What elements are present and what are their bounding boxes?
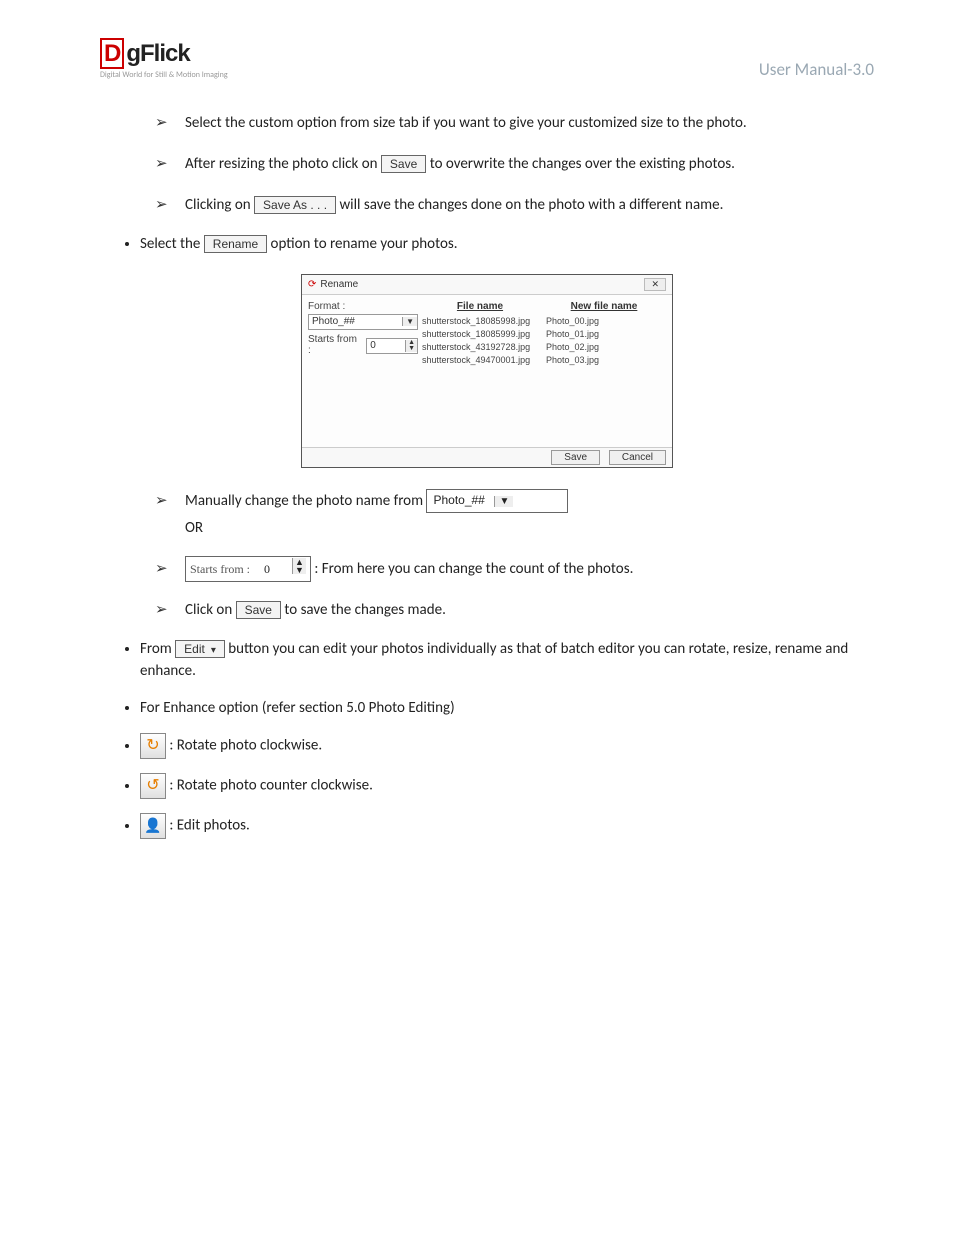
step-starts-from: Starts from :0▲▼ : From here you can cha… <box>155 556 874 583</box>
save-as-button[interactable]: Save As . . . <box>254 196 336 214</box>
step-rotate-cw: ↻ : Rotate photo clockwise. <box>140 733 874 759</box>
logo-main: gFlick <box>126 40 189 67</box>
starts-from-field[interactable]: Starts from :0▲▼ <box>185 556 311 583</box>
step-save-as: Clicking on Save As . . . will save the … <box>155 192 874 219</box>
step-manual-change: Manually change the photo name from Phot… <box>155 488 874 542</box>
chevron-down-icon[interactable]: ▼ <box>494 496 513 507</box>
page-header: DgFlick Digital World for Still & Motion… <box>100 40 874 80</box>
save-button-2[interactable]: Save <box>236 601 281 619</box>
rename-button[interactable]: Rename <box>204 235 267 253</box>
step-from-edit: From Edit button you can edit your photo… <box>140 638 874 683</box>
newfilename-column: New file name Photo_00.jpg Photo_01.jpg … <box>542 301 666 441</box>
step-edit-photos: 👤 : Edit photos. <box>140 813 874 839</box>
step-enhance-ref: For Enhance option (refer section 5.0 Ph… <box>140 697 874 720</box>
dialog-save-button[interactable]: Save <box>551 450 600 465</box>
format-label: Format : <box>308 301 418 312</box>
rotate-ccw-icon[interactable]: ↺ <box>140 773 166 799</box>
manual-title: User Manual-3.0 <box>759 59 874 80</box>
edit-photo-icon[interactable]: 👤 <box>140 813 166 839</box>
format-combo[interactable]: Photo_##▼ <box>308 314 418 330</box>
logo-d: D <box>100 38 124 69</box>
edit-dropdown-button[interactable]: Edit <box>175 640 225 658</box>
step-after-resize: After resizing the photo click on Save t… <box>155 151 874 178</box>
step-select-rename: Select the Rename option to rename your … <box>140 233 874 256</box>
rename-dialog: ⟳Rename ✕ Format : Photo_##▼ Starts from… <box>301 274 673 468</box>
step-click-save: Click on Save to save the changes made. <box>155 597 874 624</box>
dialog-cancel-button[interactable]: Cancel <box>609 450 666 465</box>
starts-from-spinner[interactable]: 0▲▼ <box>366 338 418 354</box>
save-button[interactable]: Save <box>381 155 426 173</box>
filename-column: File name shutterstock_18085998.jpg shut… <box>418 301 542 441</box>
step-rotate-ccw: ↺ : Rotate photo counter clockwise. <box>140 773 874 799</box>
photo-format-combo[interactable]: Photo_##▼ <box>426 489 568 513</box>
step-custom-size: Select the custom option from size tab i… <box>155 110 874 137</box>
dialog-title: ⟳Rename <box>308 279 358 290</box>
logo: DgFlick Digital World for Still & Motion… <box>100 40 228 80</box>
starts-from-label: Starts from : <box>308 334 362 356</box>
chevron-down-icon[interactable]: ▼ <box>402 317 417 326</box>
close-icon[interactable]: ✕ <box>644 278 666 291</box>
rotate-cw-icon[interactable]: ↻ <box>140 733 166 759</box>
logo-tagline: Digital World for Still & Motion Imaging <box>100 70 228 80</box>
